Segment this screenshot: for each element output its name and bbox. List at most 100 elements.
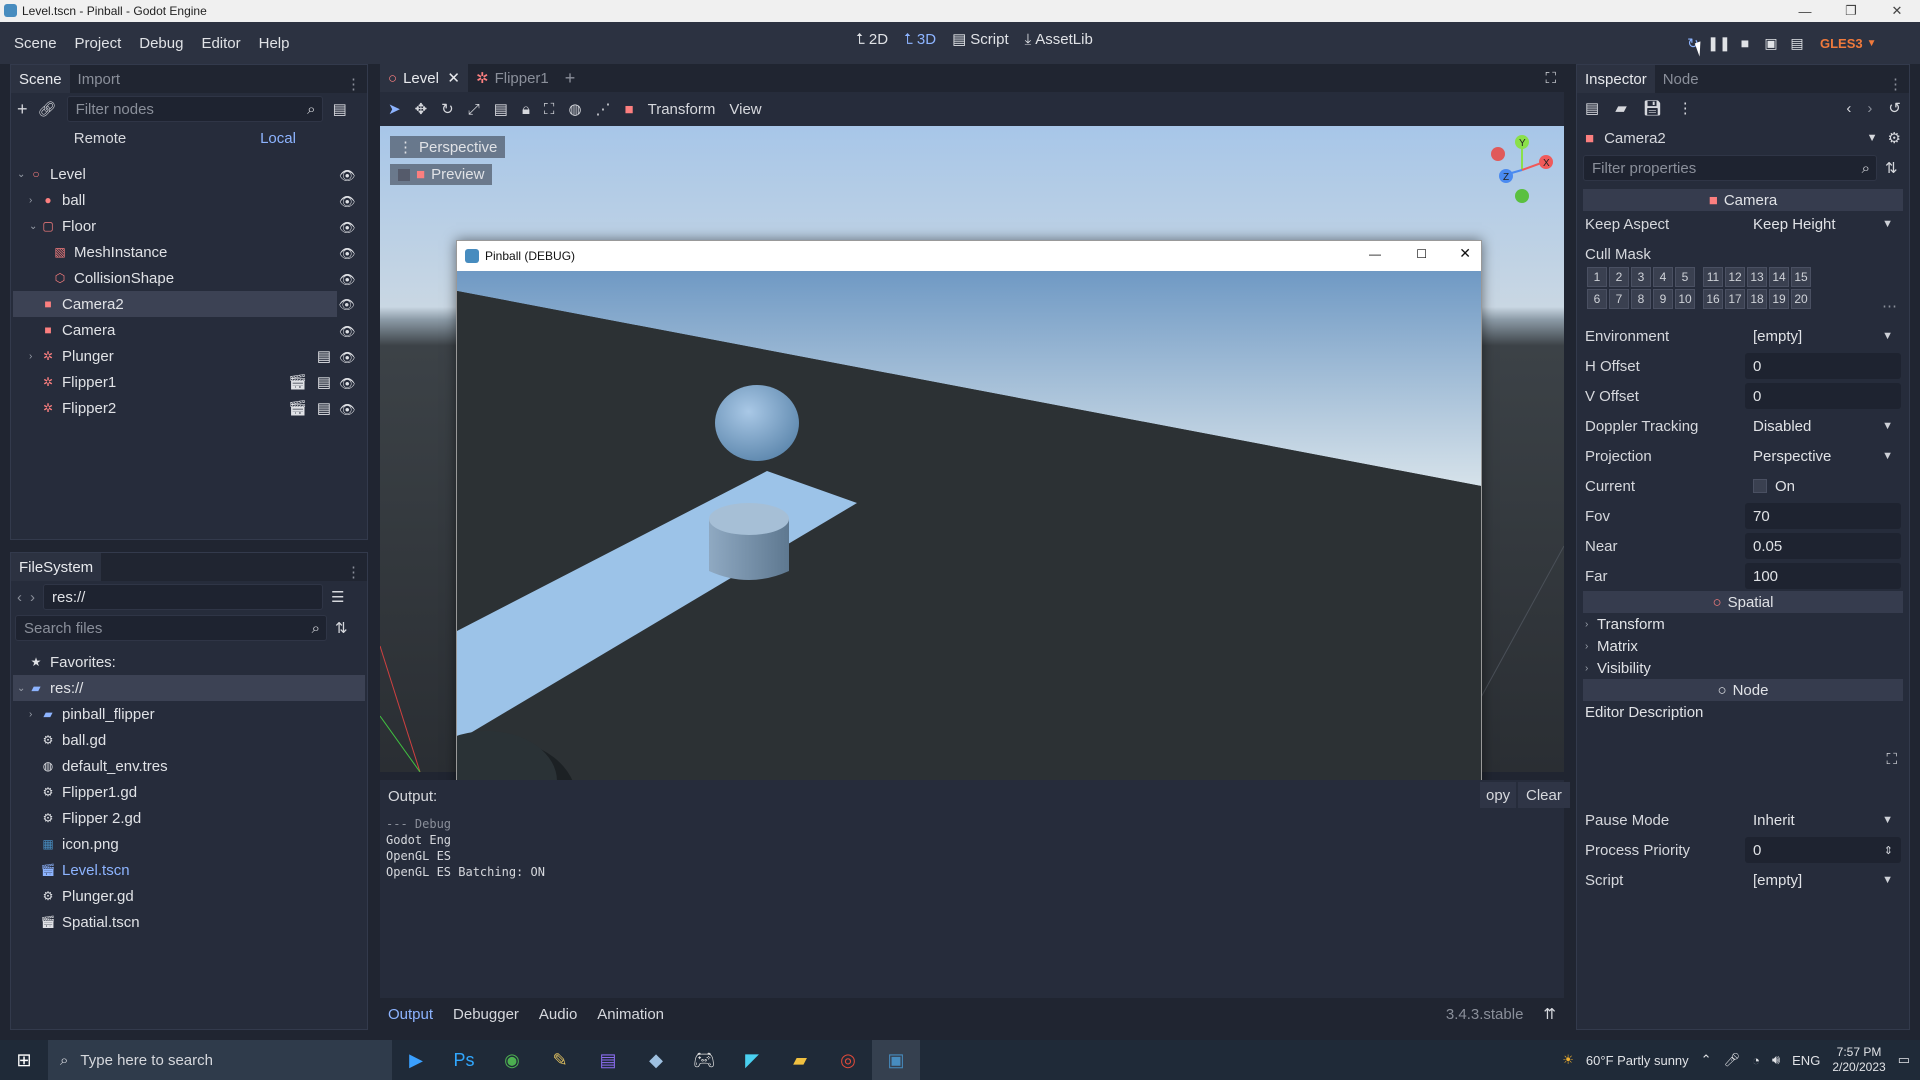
open-folder-icon[interactable]: ▰: [1615, 99, 1627, 117]
cull-mask-layer[interactable]: 2: [1609, 267, 1629, 287]
visibility-eye-icon[interactable]: 👁︎: [339, 168, 356, 183]
visibility-eye-icon[interactable]: 👁︎: [338, 297, 355, 313]
copy-button[interactable]: opy: [1480, 782, 1517, 808]
play-scene-icon[interactable]: ▣: [1758, 30, 1784, 56]
visibility-eye-icon[interactable]: 👁︎: [339, 246, 356, 261]
back-icon[interactable]: ‹: [1846, 100, 1851, 117]
tree-node-floor[interactable]: ⌄ ▢ Floor 👁︎: [13, 213, 365, 239]
instance-scene-icon[interactable]: 🎬︎: [288, 399, 307, 417]
v-offset-input[interactable]: 0: [1745, 383, 1901, 409]
pause-mode-select[interactable]: Inherit ▼: [1745, 807, 1901, 833]
path-field[interactable]: res://: [43, 584, 323, 610]
tree-node-level[interactable]: ⌄ ○ Level 👁︎: [13, 161, 365, 187]
cull-mask-layer[interactable]: 9: [1653, 289, 1673, 309]
chrome-icon[interactable]: ◎: [824, 1040, 872, 1080]
cull-mask-layer[interactable]: 7: [1609, 289, 1629, 309]
cull-mask-layer[interactable]: 10: [1675, 289, 1695, 309]
wifi-icon[interactable]: ◔: [1752, 1053, 1760, 1068]
tree-node-meshinstance[interactable]: ▧ MeshInstance 👁︎: [13, 239, 365, 265]
select-tool-icon[interactable]: ➤: [388, 100, 401, 118]
tab-output[interactable]: Output: [388, 1006, 433, 1023]
tree-node-collisionshape[interactable]: ⬡ CollisionShape 👁︎: [13, 265, 365, 291]
filter-nodes-input[interactable]: Filter nodes ⌕: [66, 96, 323, 122]
gamepad-icon[interactable]: 🎮︎: [680, 1040, 728, 1080]
file-item[interactable]: ▦ icon.png: [13, 831, 365, 857]
snipping-tool-icon[interactable]: ◆: [632, 1040, 680, 1080]
pause-icon[interactable]: ❚❚: [1706, 30, 1732, 56]
speaker-icon[interactable]: 🔊︎: [1772, 1052, 1780, 1068]
cull-mask-layer[interactable]: 14: [1769, 267, 1789, 287]
visual-studio-icon[interactable]: ▶: [392, 1040, 440, 1080]
menu-editor[interactable]: Editor: [192, 35, 249, 52]
script-attach-icon[interactable]: ▤: [333, 100, 347, 118]
local-space-icon[interactable]: ◍: [568, 100, 581, 118]
visibility-eye-icon[interactable]: 👁︎: [339, 324, 356, 339]
file-item[interactable]: ⚙ ball.gd: [13, 727, 365, 753]
tab-node[interactable]: Node: [1655, 65, 1707, 93]
stop-icon[interactable]: ■: [1732, 30, 1758, 56]
restore-icon[interactable]: ❐: [1828, 0, 1874, 22]
add-node-icon[interactable]: +: [17, 99, 28, 120]
move-tool-icon[interactable]: ✥: [415, 100, 428, 118]
forward-icon[interactable]: ›: [30, 589, 35, 606]
tab-audio[interactable]: Audio: [539, 1006, 577, 1023]
visibility-eye-icon[interactable]: 👁︎: [339, 376, 356, 391]
cull-mask-layer[interactable]: 17: [1725, 289, 1745, 309]
script-icon[interactable]: ▤: [317, 373, 331, 391]
chevron-up-icon[interactable]: ⌃: [1701, 1052, 1712, 1068]
xbox-icon[interactable]: ◉: [488, 1040, 536, 1080]
azure-app-icon[interactable]: ◤: [728, 1040, 776, 1080]
weather-text[interactable]: 60°F Partly sunny: [1586, 1053, 1689, 1068]
rotate-tool-icon[interactable]: ↻: [441, 100, 454, 118]
file-item[interactable]: ⚙ Plunger.gd: [13, 883, 365, 909]
language-indicator[interactable]: ENG: [1792, 1053, 1820, 1068]
environment-resource[interactable]: [empty] ▼: [1745, 323, 1901, 349]
scale-tool-icon[interactable]: ⤢: [468, 101, 480, 118]
tree-node-flipper2[interactable]: ✲ Flipper2 🎬︎ ▤ 👁︎: [13, 395, 365, 421]
visibility-eye-icon[interactable]: 👁︎: [339, 402, 356, 417]
menu-scene[interactable]: Scene: [5, 35, 66, 52]
view-menu[interactable]: View: [729, 101, 761, 118]
cull-mask-layer[interactable]: 13: [1747, 267, 1767, 287]
current-checkbox[interactable]: On: [1745, 473, 1901, 499]
script-icon[interactable]: ▤: [317, 399, 331, 417]
instance-scene-icon[interactable]: 🎬︎: [288, 373, 307, 391]
remote-tab[interactable]: Remote: [11, 130, 189, 147]
close-icon[interactable]: ✕: [1459, 245, 1471, 262]
snap-icon[interactable]: ⋰: [596, 100, 611, 118]
pen-tool-icon[interactable]: ✎: [536, 1040, 584, 1080]
preview-toggle[interactable]: ■ Preview: [390, 164, 493, 185]
cull-mask-layer[interactable]: 1: [1587, 267, 1607, 287]
microphone-icon[interactable]: 🎤︎: [1724, 1052, 1741, 1068]
filter-options-icon[interactable]: ⇅: [1885, 159, 1898, 177]
cull-mask-layer[interactable]: 4: [1653, 267, 1673, 287]
cull-mask-more-icon[interactable]: ⋯: [1882, 297, 1897, 315]
windows-start-icon[interactable]: ⊞: [0, 1040, 48, 1080]
tree-node-camera2[interactable]: ■ Camera2: [13, 291, 337, 317]
mode-script-button[interactable]: ▤ Script: [944, 30, 1017, 49]
new-resource-icon[interactable]: ▤: [1585, 99, 1599, 117]
cull-mask-layer[interactable]: 6: [1587, 289, 1607, 309]
distraction-free-icon[interactable]: ⛶: [1545, 70, 1556, 87]
link-icon[interactable]: 🔗︎: [38, 100, 57, 118]
matrix-group[interactable]: › Matrix: [1585, 635, 1638, 657]
kebab-menu-icon[interactable]: ⋮: [346, 75, 361, 93]
close-icon[interactable]: ✕: [1874, 0, 1920, 22]
orientation-gizmo[interactable]: Y X Z: [1480, 132, 1560, 204]
editor-description-textarea[interactable]: [1583, 725, 1903, 801]
back-icon[interactable]: ‹: [17, 589, 22, 606]
tree-node-flipper1[interactable]: ✲ Flipper1 🎬︎ ▤ 👁︎: [13, 369, 365, 395]
renderer-select[interactable]: GLES3: [1820, 36, 1863, 51]
transform-menu[interactable]: Transform: [648, 101, 716, 118]
file-item[interactable]: ◍ default_env.tres: [13, 753, 365, 779]
play-custom-scene-icon[interactable]: ▤: [1784, 30, 1810, 56]
tab-scene[interactable]: Scene: [11, 65, 70, 93]
inspected-object-name[interactable]: Camera2: [1604, 130, 1666, 147]
notes-app-icon[interactable]: ▤: [584, 1040, 632, 1080]
save-icon[interactable]: 💾︎: [1643, 99, 1662, 117]
maximize-icon[interactable]: ☐: [1416, 247, 1427, 261]
res-root-item[interactable]: ⌄ ▰ res://: [13, 675, 365, 701]
menu-help[interactable]: Help: [250, 35, 299, 52]
close-tab-icon[interactable]: ✕: [447, 69, 460, 87]
script-icon[interactable]: ▤: [317, 347, 331, 365]
